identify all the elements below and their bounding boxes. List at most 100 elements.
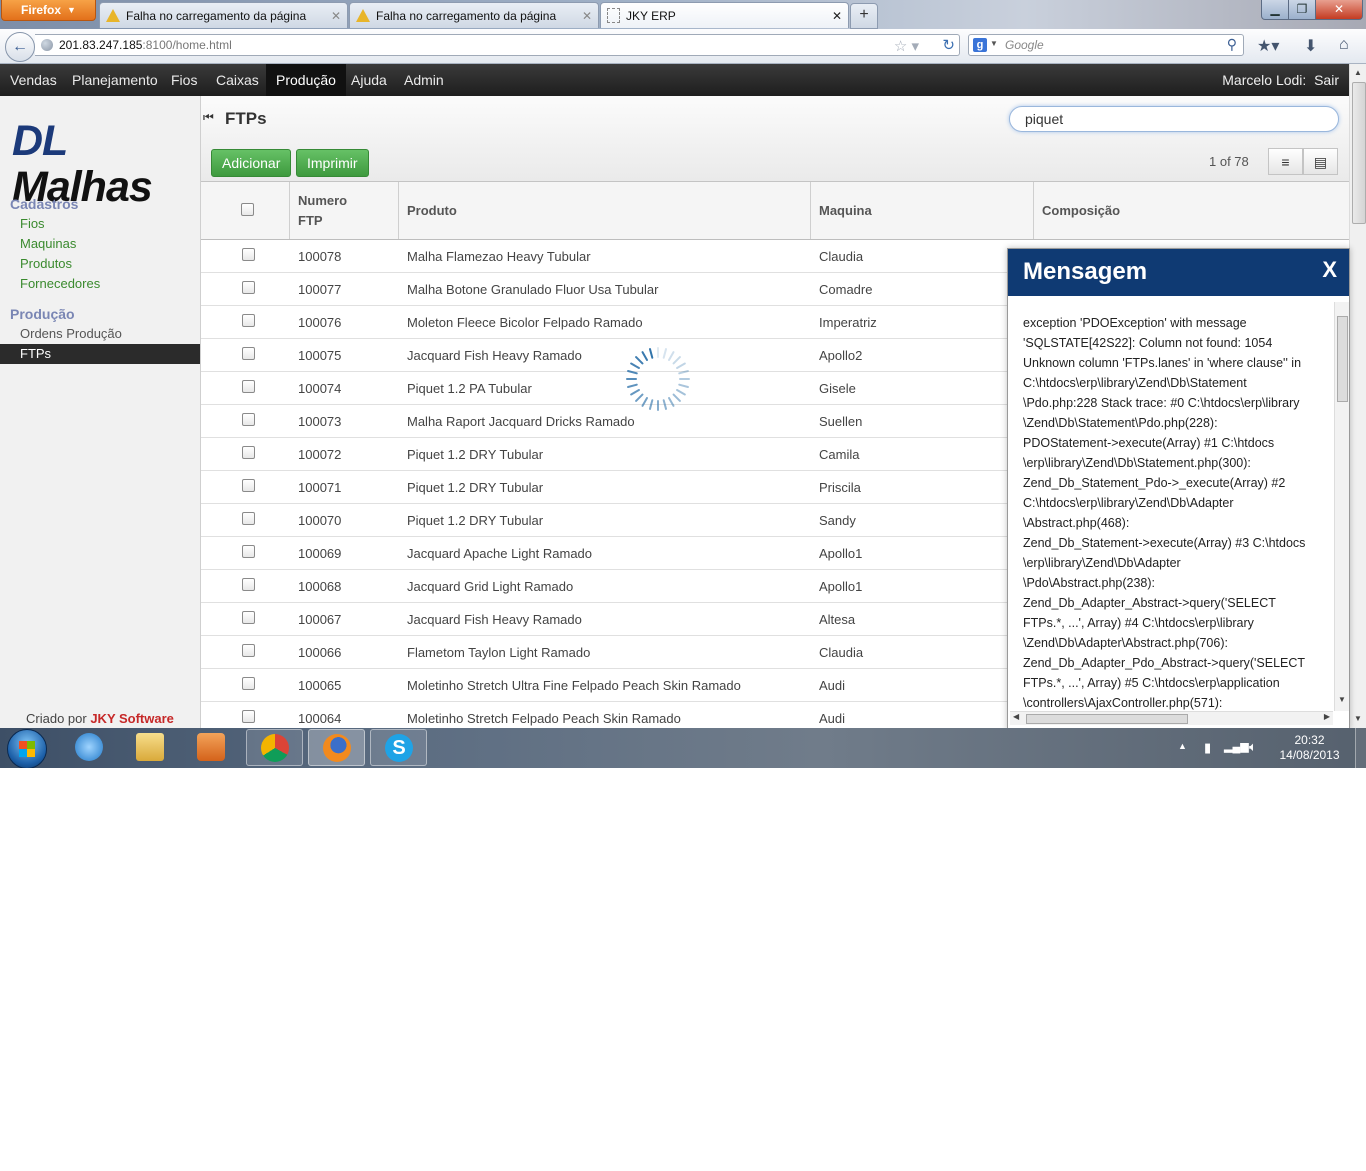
menu-planejamento[interactable]: Planejamento (62, 64, 168, 96)
dialog-horizontal-scrollbar[interactable]: ◀ ▶ (1010, 711, 1333, 725)
col-header-number[interactable]: Numero FTP (290, 182, 399, 239)
menu-admin[interactable]: Admin (394, 64, 454, 96)
sidebar-item-maquinas[interactable]: Maquinas (20, 236, 76, 251)
spinner-tick (662, 348, 668, 359)
search-bar[interactable]: g ▼ Google ⚲ (968, 34, 1244, 56)
address-bar[interactable]: 201.83.247.185:8100/home.html ☆ ▾ ↻ (35, 34, 960, 56)
scrollbar-thumb[interactable] (1352, 82, 1366, 224)
close-tab-icon[interactable]: ✕ (582, 9, 592, 23)
close-tab-icon[interactable]: ✕ (331, 9, 341, 23)
row-checkbox[interactable] (242, 413, 255, 426)
row-checkbox[interactable] (242, 512, 255, 525)
sidebar-item-ordens-producao[interactable]: Ordens Produção (20, 326, 122, 341)
sidebar-item-fios[interactable]: Fios (20, 216, 45, 231)
table-header: Numero FTP Produto Maquina Composição (201, 182, 1349, 240)
bookmarks-menu-icon[interactable]: ★▾ (1257, 36, 1279, 56)
col-header-machine[interactable]: Maquina (811, 182, 1034, 239)
battery-icon[interactable]: ▮ (1204, 740, 1211, 768)
scroll-down-icon[interactable]: ▼ (1354, 714, 1362, 723)
scroll-down-icon[interactable]: ▼ (1338, 695, 1346, 704)
window-close-button[interactable]: ✕ (1315, 0, 1363, 20)
close-tab-icon[interactable]: ✕ (832, 9, 842, 23)
logout-link[interactable]: Sair (1314, 72, 1339, 88)
dialog-vertical-scrollbar[interactable]: ▼ (1334, 302, 1349, 711)
dialog-close-button[interactable]: X (1322, 257, 1337, 283)
minimize-button[interactable]: ▁ (1261, 0, 1289, 20)
print-button[interactable]: Imprimir (296, 149, 369, 177)
row-checkbox[interactable] (242, 644, 255, 657)
taskbar-skype[interactable]: S (370, 729, 427, 766)
sidebar-section-producao[interactable]: Produção (10, 306, 75, 322)
row-checkbox[interactable] (242, 611, 255, 624)
bookmark-star-icon[interactable]: ☆ ▾ (894, 37, 919, 55)
start-button[interactable] (7, 729, 47, 768)
row-checkbox-cell (242, 578, 255, 594)
back-button[interactable]: ← (5, 32, 35, 62)
add-button[interactable]: Adicionar (211, 149, 292, 177)
reload-icon[interactable]: ↻ (942, 36, 955, 54)
row-checkbox[interactable] (242, 578, 255, 591)
menu-producao[interactable]: Produção (266, 64, 346, 96)
home-icon[interactable]: ⌂ (1339, 36, 1349, 54)
network-icon[interactable]: ▂▄▆ (1224, 740, 1249, 768)
page-scrollbar[interactable]: ▲ ▼ (1349, 64, 1366, 728)
sidebar-item-ftps[interactable]: FTPs (0, 344, 200, 364)
row-checkbox[interactable] (242, 347, 255, 360)
row-checkbox[interactable] (242, 545, 255, 558)
scroll-right-icon[interactable]: ▶ (1324, 712, 1330, 721)
search-icon[interactable]: ⚲ (1227, 36, 1237, 53)
windows-logo-icon-lower (19, 749, 35, 757)
maximize-button[interactable]: ❐ (1288, 0, 1316, 20)
form-view-button[interactable]: ▤ (1303, 148, 1338, 175)
row-checkbox[interactable] (242, 281, 255, 294)
col-header-composition[interactable]: Composição (1034, 182, 1349, 239)
scroll-left-icon[interactable]: ◀ (1013, 712, 1019, 721)
list-view-button[interactable]: ≡ (1268, 148, 1303, 175)
row-checkbox[interactable] (242, 314, 255, 327)
message-line: \Abstract.php(468): (1023, 516, 1130, 530)
taskbar-explorer[interactable] (122, 729, 179, 766)
firefox-menu-button[interactable]: Firefox ▼ (1, 0, 96, 21)
dialog-hscroll-thumb[interactable] (1026, 714, 1188, 724)
show-desktop-button[interactable] (1355, 728, 1366, 768)
browser-tab-1[interactable]: Falha no carregamento da página ✕ (99, 2, 348, 28)
show-hidden-icons[interactable]: ▲ (1178, 741, 1187, 768)
menu-vendas[interactable]: Vendas (0, 64, 67, 96)
volume-icon[interactable]: 🔈︎ (1249, 739, 1257, 768)
row-checkbox[interactable] (242, 479, 255, 492)
collapse-sidebar-icon[interactable]: ⏮ (203, 110, 214, 125)
browser-tab-3[interactable]: JKY ERP ✕ (600, 2, 849, 28)
menu-fios[interactable]: Fios (161, 64, 207, 96)
taskbar-ie[interactable] (61, 729, 118, 766)
google-icon[interactable]: g (973, 38, 987, 52)
page-title: FTPs (225, 109, 267, 128)
dialog-scroll-thumb[interactable] (1337, 316, 1348, 402)
new-tab-button[interactable]: + (850, 3, 878, 29)
clock[interactable]: 20:32 14/08/2013 (1272, 733, 1347, 763)
row-checkbox-cell (242, 380, 255, 396)
row-checkbox[interactable] (242, 380, 255, 393)
taskbar-chrome[interactable] (246, 729, 303, 766)
taskbar-media-player[interactable] (183, 729, 240, 766)
filter-input[interactable] (1009, 106, 1339, 132)
sidebar-item-fornecedores[interactable]: Fornecedores (20, 276, 100, 291)
downloads-icon[interactable]: ⬇ (1304, 36, 1317, 56)
spinner-tick (676, 389, 686, 396)
row-checkbox[interactable] (242, 677, 255, 690)
sidebar-item-produtos[interactable]: Produtos (20, 256, 72, 271)
select-all-checkbox[interactable] (241, 203, 254, 216)
credit-brand[interactable]: JKY Software (90, 711, 174, 726)
sidebar-section-cadastros[interactable]: Cadastros (10, 196, 78, 212)
row-checkbox[interactable] (242, 248, 255, 261)
scroll-up-icon[interactable]: ▲ (1354, 68, 1362, 77)
globe-icon (41, 39, 53, 51)
col-header-product[interactable]: Produto (399, 182, 811, 239)
search-placeholder: Google (1005, 38, 1044, 52)
menu-ajuda[interactable]: Ajuda (341, 64, 397, 96)
pager: 1 of 78 (1209, 154, 1249, 169)
row-checkbox[interactable] (242, 446, 255, 459)
taskbar-firefox[interactable] (308, 729, 365, 766)
row-checkbox[interactable] (242, 710, 255, 723)
browser-tab-2[interactable]: Falha no carregamento da página ✕ (349, 2, 599, 28)
menu-caixas[interactable]: Caixas (206, 64, 269, 96)
